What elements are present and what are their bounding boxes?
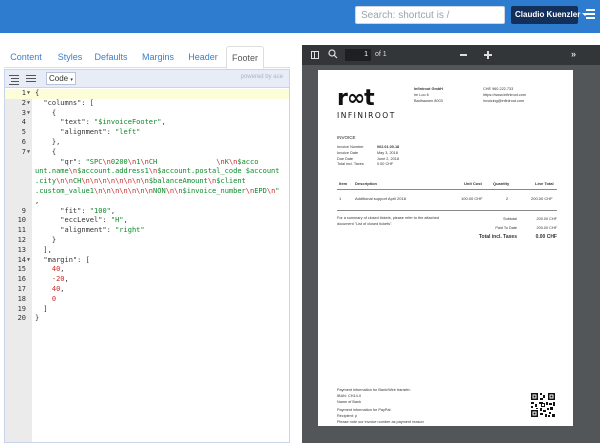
tab-header[interactable]: Header [183,46,223,68]
divider [337,210,557,211]
code-line: 15 40, [17,265,65,274]
hamburger-menu-icon[interactable] [586,9,595,19]
qr-code-icon [530,392,556,418]
code-line: 4 "text": "$invoiceFooter", [21,118,166,127]
code-line: 14 ▼ "margin": [ [17,255,90,264]
logo-text: INFINIROOT [337,111,396,120]
code-line: .city\n\nCH\n\n\n\n\n\n\n\n$balanceAmoun… [35,177,246,186]
company-logo: r∞t INFINIROOT [337,86,396,121]
page-number-input[interactable]: 1 [345,49,371,61]
mode-label: Code [49,74,69,83]
code-line: 9 "fit": "100", [21,206,116,215]
code-line: 1 ▼{ [5,89,289,99]
pdf-viewer[interactable]: 1 of 1 » r∞t INFINIROOT Infiniroot GmbH … [302,45,600,443]
code-line: 19 ] [17,304,48,313]
editor-toolbar: Code ▾ powered by ace [5,70,289,88]
code-line: 20} [17,314,40,323]
code-line: 13 ], [17,245,52,254]
code-line: 2 ▼ "columns": [ [21,98,95,107]
code-line: 3 ▼ { [21,108,57,117]
code-line: 16 -20, [17,275,69,284]
code-line: 17 40, [17,284,65,293]
payment-footer: Payment information for Bank/Wire transf… [337,388,424,424]
tab-defaults[interactable]: Defaults [91,46,131,68]
code-line: 10 "eccLevel": "H", [17,216,128,225]
code-line: 18 0 [17,294,57,303]
user-menu-button[interactable]: Claudio Kuenzler [511,6,589,24]
table-row: 1 Additional support April 2018 100.00 C… [339,196,553,201]
grand-total: Total incl. Taxes 0.00 CHF [478,234,557,240]
format-icon[interactable] [8,73,20,85]
tab-styles[interactable]: Styles [50,46,90,68]
tab-content[interactable]: Content [4,46,48,68]
pdf-page: r∞t INFINIROOT Infiniroot GmbH Im Loo 6 … [318,70,573,426]
caret-down-icon: ▾ [70,77,73,83]
code-line: 5 "alignment": "left" [21,128,141,137]
search-input[interactable]: Search: shortcut is / [355,6,505,24]
code-line: "qr": "SPC\n0200\n1\nCH \nK\n$acco [35,157,259,166]
code-line: unt.name\n$account.address1\n$account.po… [35,167,280,176]
invoice-title: INVOICE [337,135,356,140]
code-line: 7 ▼ { [21,147,57,156]
invoice-note: For a summary of closed tickets, please … [337,216,439,226]
code-line: 11 "alignment": "right" [17,226,145,235]
logo-mark: r∞t [337,86,375,111]
code-line: , [35,196,40,205]
compact-icon[interactable] [25,73,37,85]
sidebar-toggle-icon[interactable] [311,51,319,59]
editor-tabs: Content Styles Defaults Margins Header F… [4,46,290,69]
code-editor[interactable]: Code ▾ powered by ace 1 ▼{ 2 ▼ "columns": … [4,69,290,443]
company-address: Infiniroot GmbH Im Loo 6 Badhausen 8003 [414,87,443,103]
invoice-meta: Invoice Number 002.01.00.18 Invoice Date M… [337,145,400,167]
tab-margins[interactable]: Margins [136,46,180,68]
code-line: 12 } [17,235,57,244]
invoice-totals: Subtotal 200.00 CHF Paid To Date 200.00 CH… [468,217,557,244]
user-name: Claudio Kuenzler [515,10,581,19]
zoom-out-icon[interactable] [460,54,467,56]
company-contact: CHE 960.222.733 https://www.infiniroot.c… [483,87,527,103]
code-line: .custom_value1\n\n\n\n\n\n\nNON\n\n$invo… [35,186,280,195]
top-navbar: Search: shortcut is / Claudio Kuenzler [0,0,600,33]
invoice-table-header: Item Description Unit Cost Quantity Line… [337,181,557,190]
mode-select[interactable]: Code ▾ [46,72,76,85]
search-icon[interactable] [328,49,338,59]
code-area[interactable]: 1 ▼{ 2 ▼ "columns": [ 3 ▼ { 4 "text": "$inv… [5,89,289,324]
tab-footer[interactable]: Footer [226,46,264,69]
page-count: of 1 [375,51,387,58]
zoom-in-icon[interactable] [484,51,492,59]
pdf-toolbar: 1 of 1 » [302,45,600,65]
code-line: 6 }, [21,137,61,146]
more-tools-icon[interactable]: » [571,49,576,59]
powered-by-ace[interactable]: powered by ace [241,74,283,80]
